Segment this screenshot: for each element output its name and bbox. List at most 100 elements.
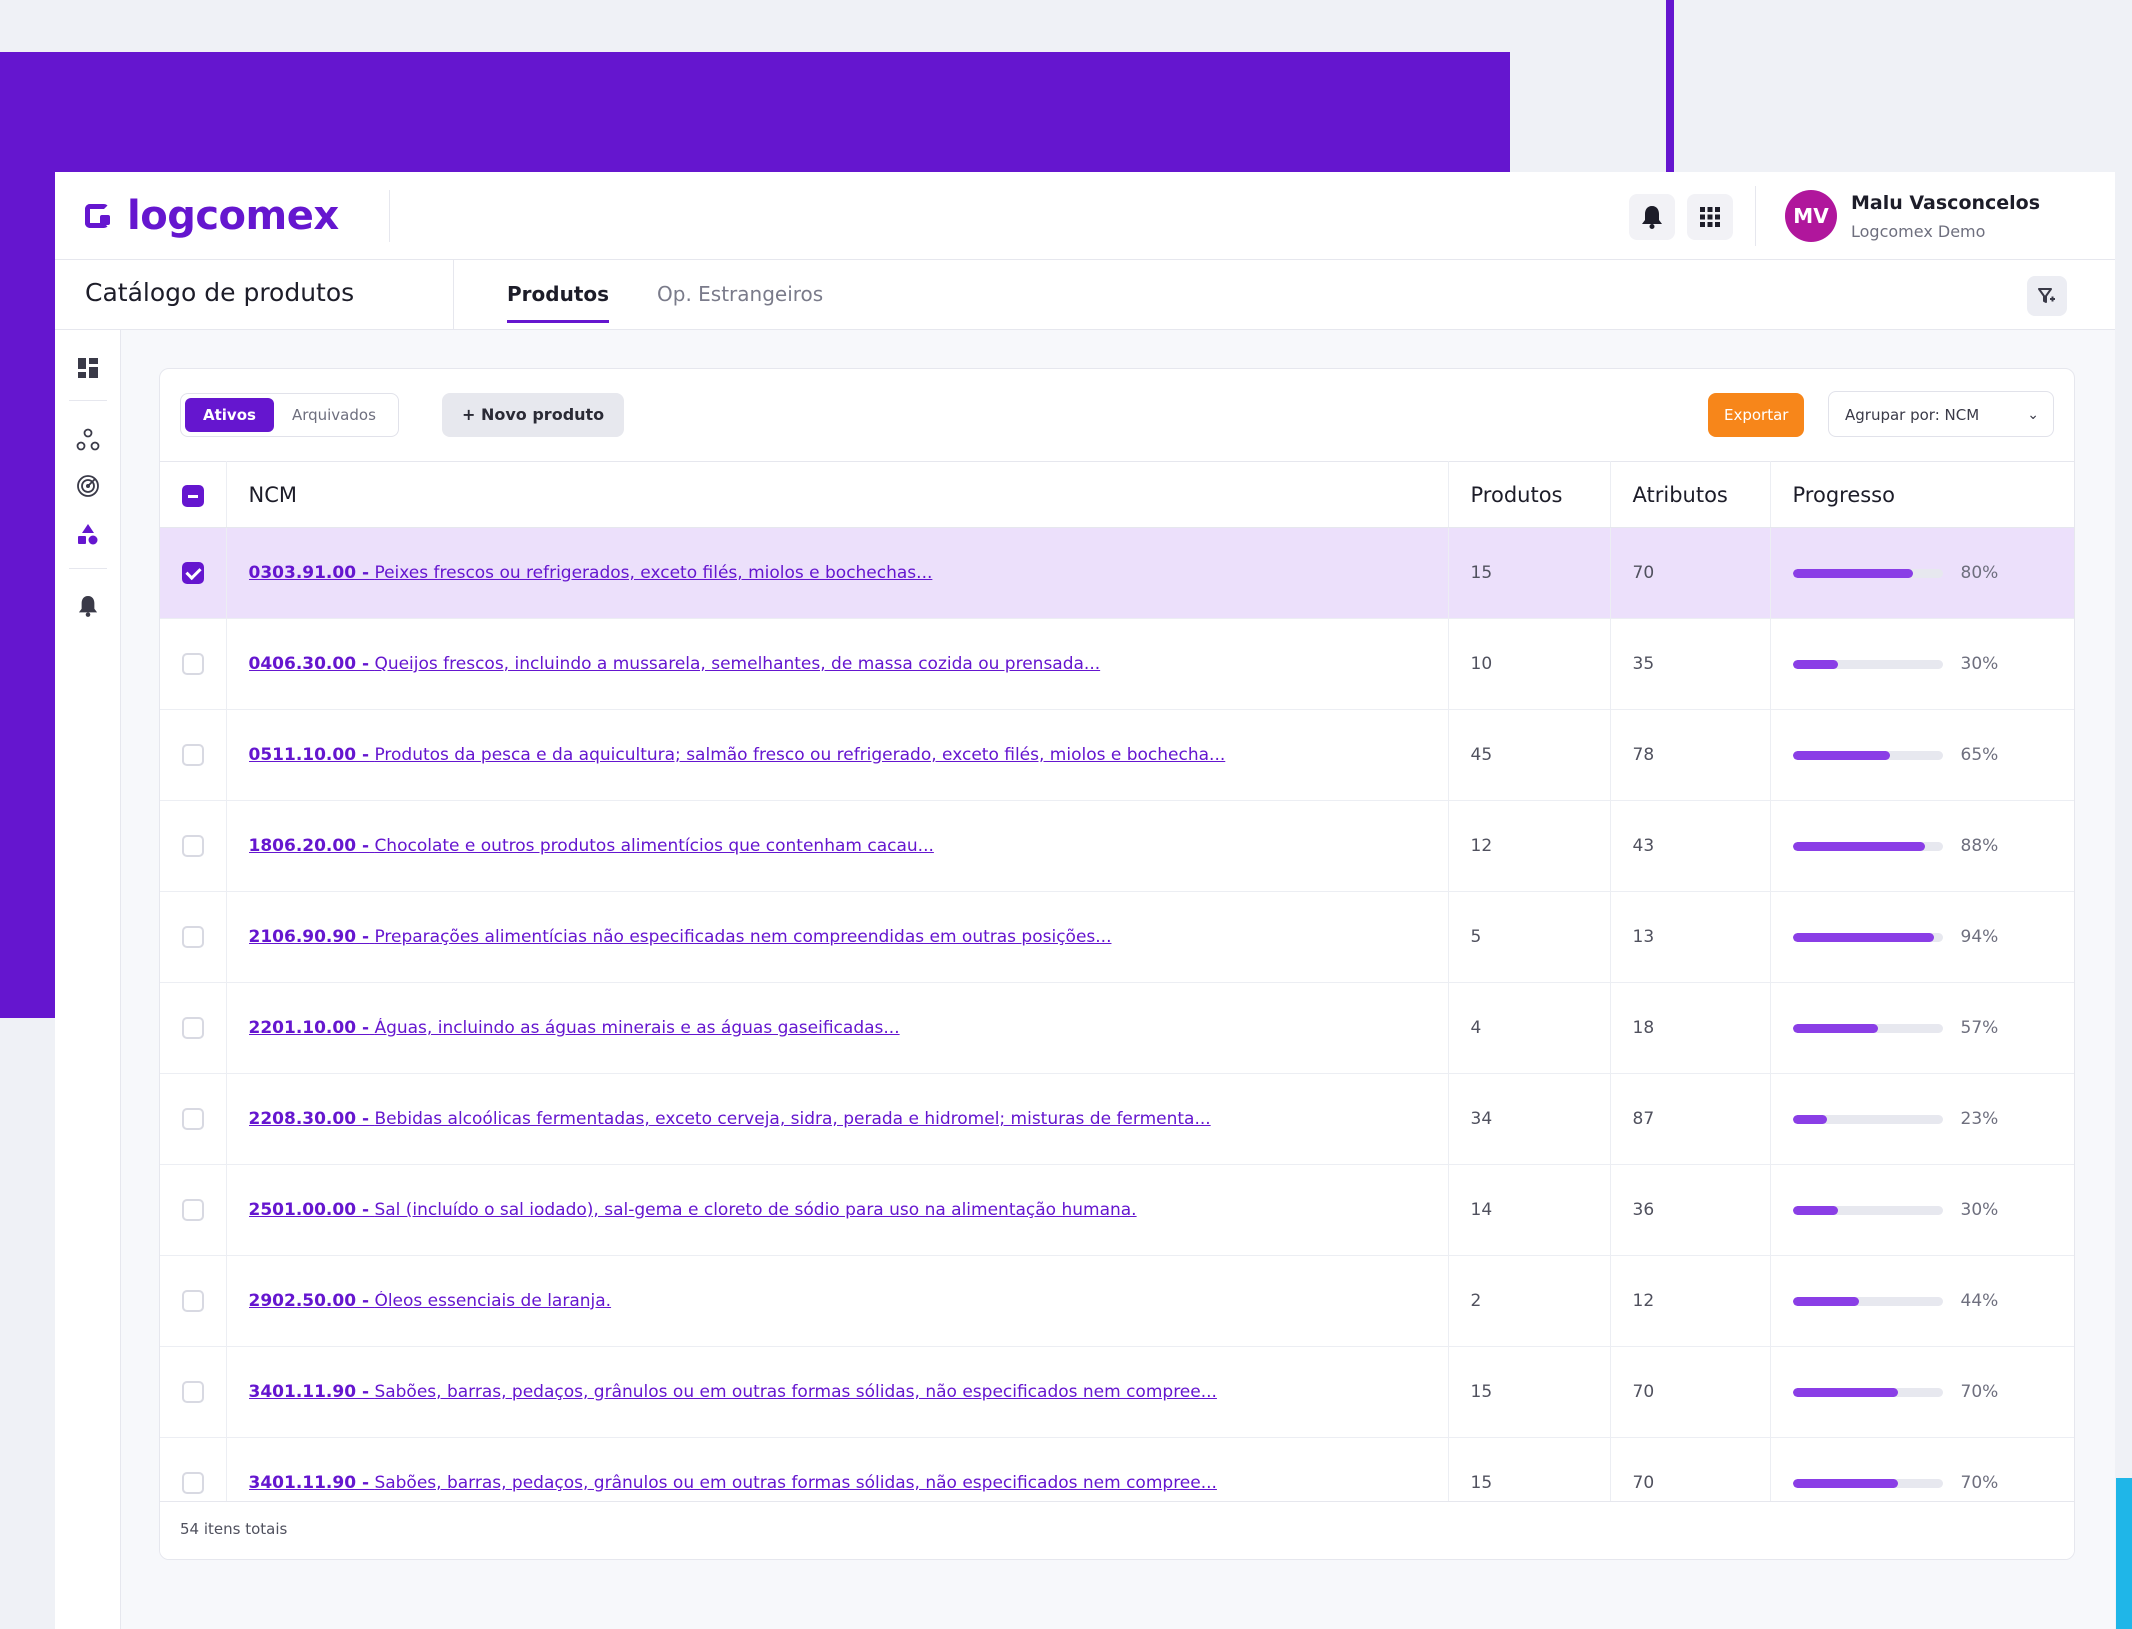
progress-percent: 65% (1960, 745, 1999, 765)
table-row[interactable]: 0406.30.00 - Queijos frescos, incluindo … (160, 618, 2074, 710)
ncm-link[interactable]: 3401.11.90 - Sabões, barras, pedaços, gr… (249, 1382, 1448, 1402)
ncm-description: Sabões, barras, pedaços, grânulos ou em … (374, 1473, 1217, 1493)
column-header-produtos[interactable]: Produtos (1448, 461, 1611, 528)
user-name[interactable]: Malu Vasconcelos (1851, 192, 2040, 214)
row-checkbox[interactable] (181, 1472, 204, 1494)
progress-bar (1792, 750, 1943, 760)
tab-op-estrangeiros[interactable]: Op. Estrangeiros (657, 282, 823, 320)
row-select-cell (160, 1164, 227, 1256)
ncm-link[interactable]: 0303.91.00 - Peixes frescos ou refrigera… (249, 563, 1448, 583)
column-header-progresso[interactable]: Progresso (1770, 461, 2074, 528)
filter-button[interactable] (2027, 276, 2067, 316)
products-card: Ativos Arquivados + Novo produto Exporta… (159, 368, 2075, 1560)
progress-bar-fill (1792, 1023, 1878, 1033)
table-header-row: NCM Produtos Atributos Progresso (160, 461, 2074, 528)
new-product-button[interactable]: + Novo produto (442, 393, 625, 437)
tab-produtos[interactable]: Produtos (507, 282, 610, 323)
progress-bar-fill (1792, 932, 1934, 942)
segment-ativos[interactable]: Ativos (185, 398, 274, 432)
ncm-link[interactable]: 0406.30.00 - Queijos frescos, incluindo … (249, 654, 1448, 674)
avatar[interactable]: MV (1785, 190, 1837, 242)
sub-header: Catálogo de produtos Produtos Op. Estran… (55, 260, 2115, 330)
progress-cell: 30% (1770, 618, 2074, 710)
ncm-link[interactable]: 2501.00.00 - Sal (incluído o sal iodado)… (249, 1200, 1448, 1220)
sidebar-item-catalog[interactable] (68, 516, 108, 552)
atributos-cell: 36 (1610, 1164, 1771, 1256)
table-row[interactable]: 2201.10.00 - Águas, incluindo as águas m… (160, 982, 2074, 1074)
filter-icon (2038, 288, 2055, 303)
ncm-link[interactable]: 2106.90.90 - Preparações alimentícias nã… (249, 927, 1448, 947)
page-title: Catálogo de produtos (85, 278, 355, 307)
ncm-code: 1806.20.00 - (248, 836, 370, 856)
row-checkbox[interactable] (181, 1199, 204, 1221)
sidebar-item-network[interactable] (68, 422, 108, 458)
table-row[interactable]: 2106.90.90 - Preparações alimentícias nã… (160, 891, 2074, 983)
table-row[interactable]: 0303.91.00 - Peixes frescos ou refrigera… (160, 527, 2074, 619)
table-row[interactable]: 2501.00.00 - Sal (incluído o sal iodado)… (160, 1164, 2074, 1256)
produtos-cell: 34 (1448, 1073, 1611, 1165)
total-items-label: 54 itens totais (180, 1520, 288, 1538)
atributos-cell: 87 (1610, 1073, 1771, 1165)
sidebar-item-dashboard[interactable] (68, 350, 108, 386)
ncm-code: 2201.10.00 - (248, 1018, 370, 1038)
table-row[interactable]: 2902.50.00 - Óleos essenciais de laranja… (160, 1255, 2074, 1347)
row-checkbox[interactable] (181, 1290, 204, 1312)
ncm-description: Chocolate e outros produtos alimentícios… (374, 836, 934, 856)
segment-arquivados[interactable]: Arquivados (274, 398, 394, 432)
produtos-cell: 15 (1448, 1346, 1611, 1438)
progress-bar (1792, 568, 1943, 578)
ncm-link[interactable]: 3401.11.90 - Sabões, barras, pedaços, gr… (249, 1473, 1448, 1493)
ncm-cell: 2902.50.00 - Óleos essenciais de laranja… (226, 1255, 1449, 1347)
row-checkbox[interactable] (181, 1017, 204, 1039)
bell-icon (1642, 206, 1662, 229)
progress-percent: 30% (1960, 1200, 1999, 1220)
produtos-cell: 14 (1448, 1164, 1611, 1256)
progress-bar-fill (1792, 1114, 1827, 1124)
atributos-cell: 43 (1610, 800, 1771, 892)
progress-percent: 23% (1960, 1109, 1999, 1129)
ncm-link[interactable]: 0511.10.00 - Produtos da pesca e da aqui… (249, 745, 1448, 765)
column-header-atributos[interactable]: Atributos (1610, 461, 1771, 528)
ncm-description: Bebidas alcoólicas fermentadas, exceto c… (374, 1109, 1211, 1129)
sidebar-item-radar[interactable] (68, 468, 108, 504)
progress-bar (1792, 1296, 1943, 1306)
progress-percent: 88% (1960, 836, 1999, 856)
group-by-select[interactable]: Agrupar por: NCM ⌄ (1828, 391, 2054, 437)
status-segmented-control: Ativos Arquivados (180, 393, 399, 437)
row-checkbox[interactable] (181, 1381, 204, 1403)
ncm-description: Águas, incluindo as águas minerais e as … (374, 1018, 900, 1038)
table-row[interactable]: 0511.10.00 - Produtos da pesca e da aqui… (160, 709, 2074, 801)
row-checkbox[interactable] (181, 562, 204, 584)
apps-button[interactable] (1687, 194, 1733, 240)
progress-cell: 80% (1770, 527, 2074, 619)
row-checkbox[interactable] (181, 926, 204, 948)
sidebar-item-notifications[interactable] (68, 588, 108, 624)
progress-bar (1792, 1387, 1943, 1397)
ncm-link[interactable]: 1806.20.00 - Chocolate e outros produtos… (249, 836, 1448, 856)
ncm-cell: 0303.91.00 - Peixes frescos ou refrigera… (226, 527, 1449, 619)
atributos-cell: 70 (1610, 1346, 1771, 1438)
table-row[interactable]: 2208.30.00 - Bebidas alcoólicas fermenta… (160, 1073, 2074, 1165)
notifications-button[interactable] (1629, 194, 1675, 240)
ncm-description: Produtos da pesca e da aquicultura; salm… (374, 745, 1226, 765)
column-header-ncm[interactable]: NCM (226, 461, 1449, 528)
row-select-cell (160, 527, 227, 619)
logo[interactable]: logcomex (85, 188, 339, 244)
table-row[interactable]: 1806.20.00 - Chocolate e outros produtos… (160, 800, 2074, 892)
select-all-checkbox[interactable] (181, 484, 204, 507)
row-checkbox[interactable] (181, 653, 204, 675)
row-checkbox[interactable] (181, 744, 204, 766)
row-checkbox[interactable] (181, 835, 204, 857)
row-checkbox[interactable] (181, 1108, 204, 1130)
ncm-link[interactable]: 2208.30.00 - Bebidas alcoólicas fermenta… (249, 1109, 1448, 1129)
progress-percent: 80% (1960, 563, 1999, 583)
progress-cell: 44% (1770, 1255, 2074, 1347)
table-row[interactable]: 3401.11.90 - Sabões, barras, pedaços, gr… (160, 1346, 2074, 1438)
progress-percent: 30% (1960, 654, 1999, 674)
ncm-link[interactable]: 2201.10.00 - Águas, incluindo as águas m… (249, 1018, 1448, 1038)
ncm-link[interactable]: 2902.50.00 - Óleos essenciais de laranja… (249, 1291, 1448, 1311)
export-button[interactable]: Exportar (1708, 393, 1805, 437)
ncm-code: 3401.11.90 - (248, 1473, 370, 1493)
atributos-cell: 18 (1610, 982, 1771, 1074)
divider (69, 568, 107, 569)
